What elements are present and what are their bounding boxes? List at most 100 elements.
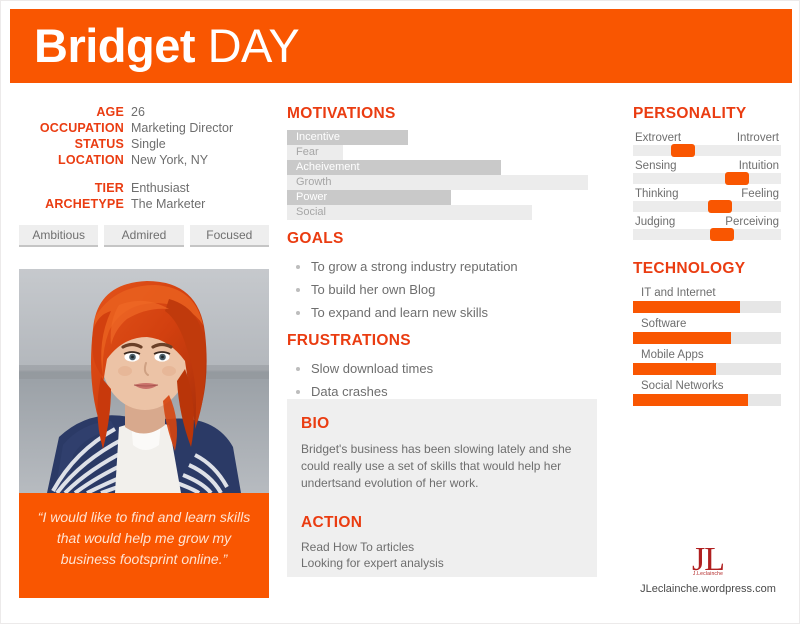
personality-slider-track[interactable] [633, 172, 781, 185]
personality-axis: Judging Perceiving [633, 214, 781, 241]
fact-value: Single [131, 137, 166, 151]
persona-photo [19, 269, 269, 493]
brand-logo-subtext: J.Leclainche [692, 571, 724, 577]
motivation-label: Power [296, 191, 328, 203]
personality-slider-marker[interactable] [671, 144, 696, 157]
personality-label-right: Intuition [738, 160, 779, 172]
motivation-bar-fill [287, 175, 588, 190]
personality-slider-track[interactable] [633, 228, 781, 241]
personality-axis-labels: Judging Perceiving [633, 214, 781, 229]
quote-text: “I would like to find and learn skills t… [37, 509, 251, 567]
fact-row: ARCHETYPE The Marketer [19, 197, 269, 211]
technology-chart: IT and Internet Software Mobile Apps Social… [633, 285, 781, 406]
fact-label: ARCHETYPE [45, 197, 124, 211]
list-item: To expand and learn new skills [287, 301, 597, 324]
trait-tag[interactable]: Ambitious [19, 225, 99, 247]
fact-row: AGE 26 [19, 105, 269, 119]
technology-bar-fill [633, 363, 716, 375]
personality-slider-marker[interactable] [709, 228, 734, 241]
trait-tags: Ambitious Admired Focused [19, 225, 269, 247]
personality-label-right: Perceiving [725, 216, 779, 228]
fact-value: The Marketer [131, 197, 206, 211]
personality-label-left: Thinking [635, 188, 679, 200]
personality-axis-labels: Thinking Feeling [633, 186, 781, 201]
fact-value: New York, NY [131, 153, 209, 167]
personality-axis-labels: Sensing Intuition [633, 158, 781, 173]
action-line: Read How To articles [301, 540, 415, 554]
trait-tag[interactable]: Focused [189, 225, 269, 247]
fact-row: STATUS Single [19, 137, 269, 151]
page-title: Bridget DAY [34, 16, 300, 76]
technology-title: TECHNOLOGY [633, 260, 746, 277]
fact-value: Enthusiast [131, 181, 190, 195]
motivations-title: MOTIVATIONS [287, 105, 396, 122]
right-column: PERSONALITY Extrovert Introvert Sensing Int… [633, 105, 781, 409]
personality-slider-track[interactable] [633, 144, 781, 157]
motivation-bar: Acheivement [287, 160, 597, 175]
personality-slider-marker[interactable] [724, 172, 749, 185]
technology-label: Social Networks [641, 380, 724, 392]
header-banner: Bridget DAY [10, 9, 792, 83]
technology-label: Mobile Apps [641, 349, 704, 361]
profile-column: AGE 26 OCCUPATION Marketing Director STA… [19, 105, 269, 247]
motivations-chart: Incentive Fear Acheivement Growth Power Socia… [287, 130, 597, 220]
persona-page: Bridget DAY AGE 26 OCCUPATION Marketing … [0, 0, 800, 624]
motivation-label: Social [296, 206, 326, 218]
motivation-label: Growth [296, 176, 332, 188]
fact-label: TIER [94, 181, 124, 195]
title-first-name: Bridget [34, 19, 196, 72]
fact-label: OCCUPATION [39, 121, 124, 135]
personality-title: PERSONALITY [633, 105, 747, 122]
technology-section: TECHNOLOGY IT and Internet Software Mobile… [633, 260, 781, 406]
technology-bar-track [633, 363, 781, 375]
motivation-bar: Fear [287, 145, 597, 160]
persona-quote: “I would like to find and learn skills t… [19, 493, 269, 598]
technology-label: Software [641, 318, 687, 330]
technology-bar-track [633, 301, 781, 313]
trait-tag[interactable]: Admired [104, 225, 184, 247]
fact-label: AGE [96, 105, 124, 119]
facts-list: AGE 26 OCCUPATION Marketing Director STA… [19, 105, 269, 211]
goals-title: GOALS [287, 230, 344, 247]
motivation-label: Incentive [296, 131, 341, 143]
technology-bar-fill [633, 332, 731, 344]
brand-footer: JL J.Leclainche JLeclainche.wordpress.co… [633, 543, 783, 596]
technology-bar-fill [633, 301, 740, 313]
motivation-label: Fear [296, 146, 319, 158]
technology-bar-fill [633, 394, 749, 406]
personality-axis: Sensing Intuition [633, 158, 781, 185]
fact-label: LOCATION [58, 153, 124, 167]
title-last-name: DAY [207, 19, 300, 72]
portrait-illustration [19, 269, 269, 493]
motivation-label: Acheivement [296, 161, 360, 173]
personality-slider-track[interactable] [633, 200, 781, 213]
personality-axis: Extrovert Introvert [633, 130, 781, 157]
personality-label-right: Feeling [741, 188, 779, 200]
technology-bar-row: Mobile Apps [633, 347, 781, 375]
frustrations-title: FRUSTRATIONS [287, 332, 411, 349]
technology-bar-row: IT and Internet [633, 285, 781, 313]
list-item: To build her own Blog [287, 278, 597, 301]
fact-row: OCCUPATION Marketing Director [19, 121, 269, 135]
personality-chart: Extrovert Introvert Sensing Intuition Thinki… [633, 130, 781, 241]
technology-bar-row: Software [633, 316, 781, 344]
technology-bar-track [633, 394, 781, 406]
action-title: ACTION [301, 514, 363, 531]
fact-value: 26 [131, 105, 145, 119]
personality-label-left: Extrovert [635, 132, 682, 144]
motivation-bar: Power [287, 190, 597, 205]
goals-list: To grow a strong industry reputation To … [287, 255, 597, 324]
personality-label-right: Introvert [736, 132, 779, 144]
action-line: Looking for expert analysis [301, 556, 444, 570]
personality-axis: Thinking Feeling [633, 186, 781, 213]
fact-row: LOCATION New York, NY [19, 153, 269, 167]
personality-label-left: Judging [635, 216, 676, 228]
personality-slider-marker[interactable] [708, 200, 733, 213]
brand-url[interactable]: JLeclainche.wordpress.com [633, 583, 783, 595]
motivation-bar: Incentive [287, 130, 597, 145]
bio-text: Bridget's business has been slowing late… [301, 442, 572, 490]
list-item: Slow download times [287, 357, 597, 380]
bio-title: BIO [301, 415, 330, 432]
fact-row: TIER Enthusiast [19, 181, 269, 195]
